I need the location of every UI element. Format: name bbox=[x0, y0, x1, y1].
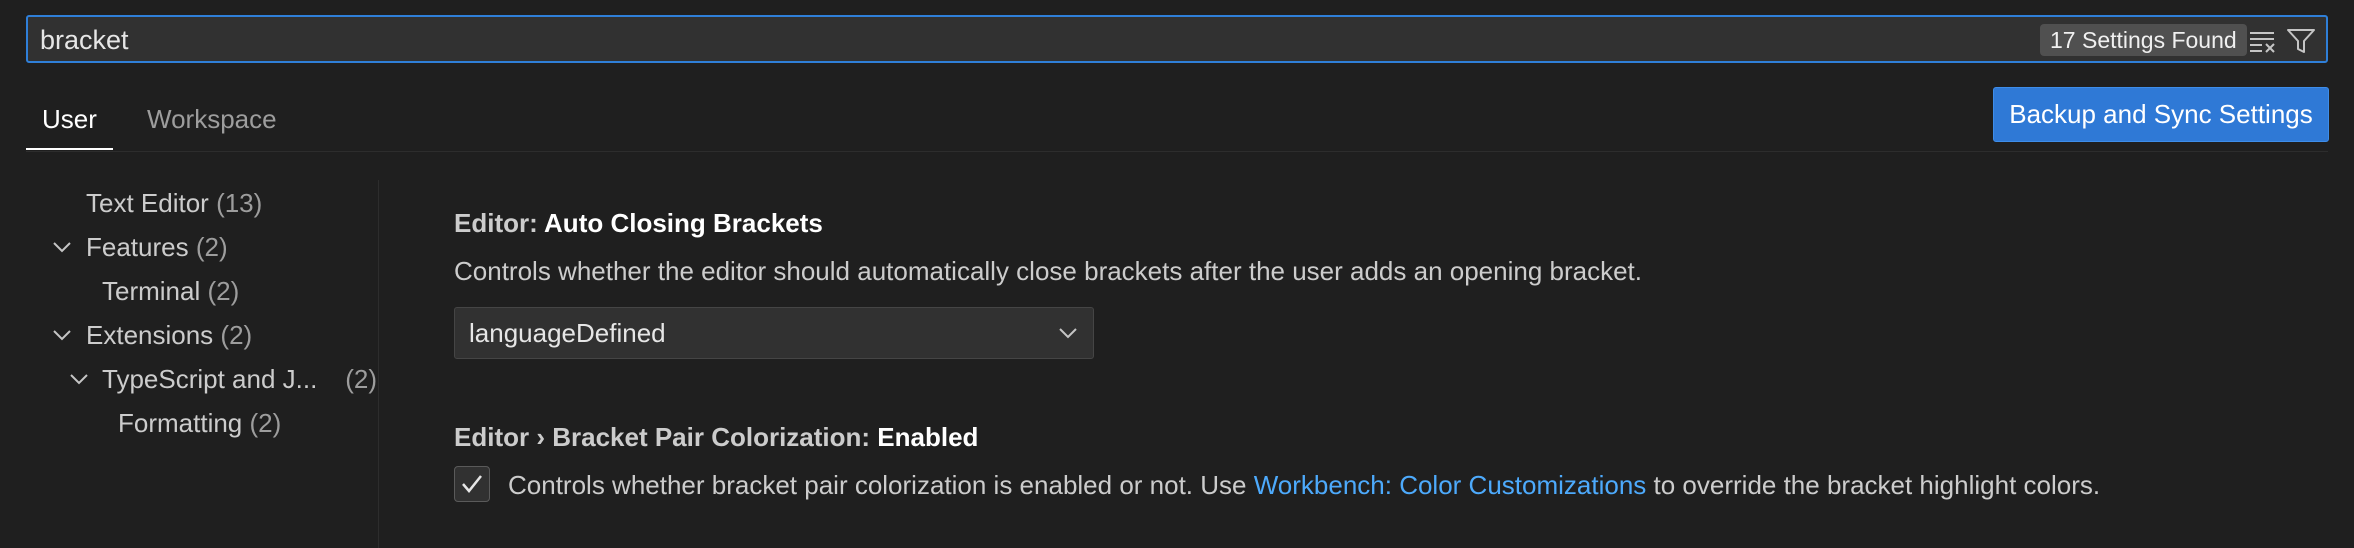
setting-title-auto-closing-brackets: Editor: Auto Closing Brackets bbox=[454, 208, 823, 239]
checkmark-icon bbox=[462, 475, 482, 493]
toc-item-label: Formatting bbox=[118, 408, 243, 438]
toc-item-count: (2) bbox=[207, 276, 240, 306]
setting-category: Editor › Bracket Pair Colorization: bbox=[454, 422, 878, 452]
setting-category: Editor: bbox=[454, 208, 545, 238]
chevron-down-icon bbox=[1057, 322, 1079, 344]
setting-description: Controls whether the editor should autom… bbox=[454, 256, 1643, 286]
toc-item-features[interactable]: Features (2) bbox=[86, 227, 228, 267]
toc-item-label: Extensions bbox=[86, 320, 214, 350]
toc-item-count: (2) bbox=[220, 320, 253, 350]
toc-item-count: (2) bbox=[195, 232, 228, 262]
results-count-badge: 17 Settings Found bbox=[2040, 24, 2247, 56]
settings-search-box[interactable]: 17 Settings Found bbox=[26, 15, 2328, 63]
filter-icon[interactable] bbox=[2286, 27, 2316, 55]
toc-item-text-editor[interactable]: Text Editor (13) bbox=[86, 183, 262, 223]
toc-item-label: Features bbox=[86, 232, 189, 262]
tab-workspace[interactable]: Workspace bbox=[131, 100, 293, 150]
color-customizations-link[interactable]: Workbench: Color Customizations bbox=[1254, 470, 1647, 500]
toc-item-extensions[interactable]: Extensions (2) bbox=[86, 315, 252, 355]
setting-name: Enabled bbox=[877, 422, 979, 452]
tab-user[interactable]: User bbox=[26, 100, 113, 150]
chevron-down-icon[interactable] bbox=[51, 236, 73, 258]
toc-item-terminal[interactable]: Terminal (2) bbox=[102, 271, 239, 311]
tabs-divider bbox=[26, 151, 2328, 152]
toc-item-count: (2) bbox=[249, 408, 282, 438]
toc-item-count: (2) bbox=[345, 364, 377, 394]
chevron-down-icon[interactable] bbox=[68, 368, 90, 390]
settings-scope-tabs: User Workspace bbox=[26, 100, 2328, 152]
toc-item-typescript[interactable]: TypeScript and J... (2) bbox=[102, 359, 377, 399]
description-text: to override the bracket highlight colors… bbox=[1646, 470, 2101, 500]
toc-item-label: Text Editor bbox=[86, 188, 209, 218]
bracket-pair-colorization-checkbox[interactable] bbox=[454, 466, 490, 502]
auto-closing-brackets-select[interactable]: languageDefined bbox=[454, 307, 1094, 359]
settings-toc: Text Editor (13) Features (2) Terminal (… bbox=[26, 180, 379, 548]
settings-search-input[interactable] bbox=[40, 23, 2020, 57]
chevron-down-icon[interactable] bbox=[51, 324, 73, 346]
toc-item-count: (13) bbox=[216, 188, 263, 218]
clear-filter-icon[interactable] bbox=[2248, 27, 2278, 55]
setting-name: Auto Closing Brackets bbox=[544, 208, 823, 238]
select-value: languageDefined bbox=[469, 318, 666, 348]
toc-item-label: TypeScript and J... bbox=[102, 364, 318, 394]
setting-description: Controls whether bracket pair colorizati… bbox=[508, 470, 2100, 501]
toc-item-label: Terminal bbox=[102, 276, 201, 306]
backup-and-sync-button[interactable]: Backup and Sync Settings bbox=[1993, 87, 2329, 142]
toc-item-formatting[interactable]: Formatting (2) bbox=[118, 403, 281, 443]
setting-title-bracket-pair-colorization: Editor › Bracket Pair Colorization: Enab… bbox=[454, 422, 978, 453]
description-text: Controls whether bracket pair colorizati… bbox=[508, 470, 1254, 500]
